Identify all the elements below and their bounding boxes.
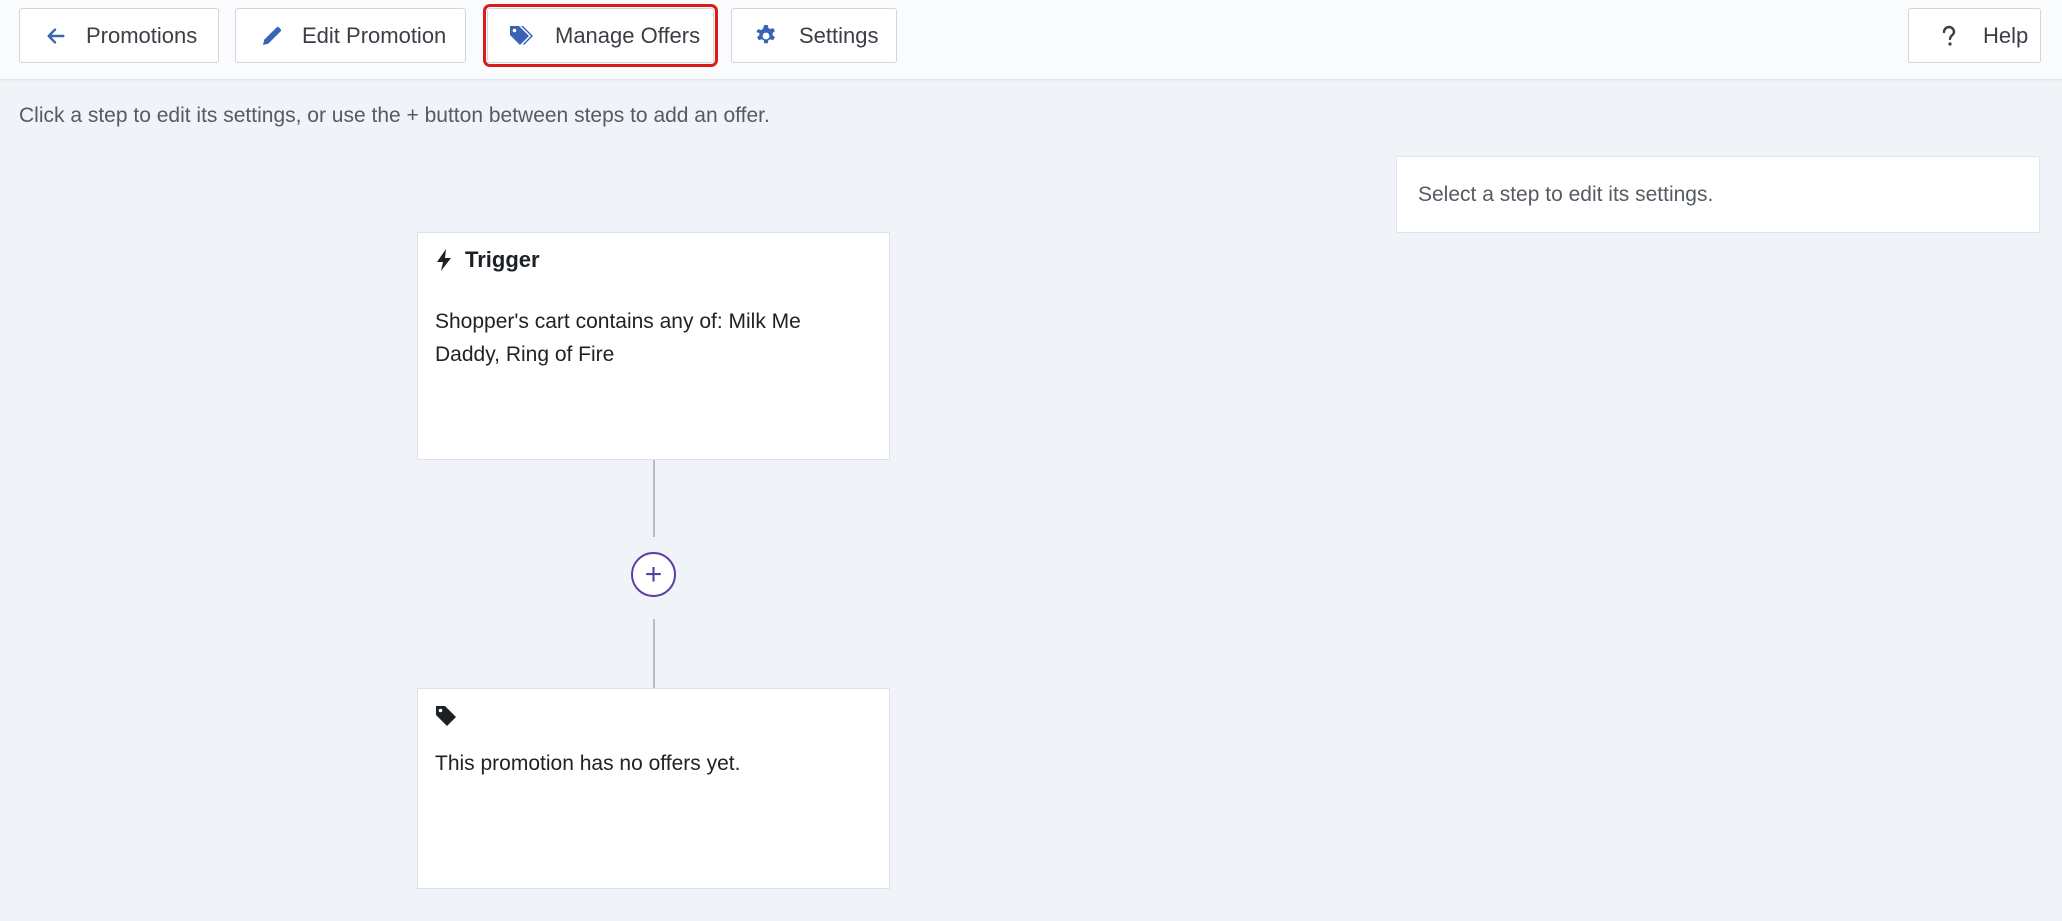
top-toolbar: Promotions Edit Promotion Manage Offers … [0,0,2062,80]
add-offer-plus: + [644,557,663,591]
bolt-icon [435,247,457,273]
trigger-step-card[interactable]: Trigger Shopper's cart contains any of: … [417,232,890,460]
question-icon [1935,22,1963,50]
promotions-button[interactable]: Promotions [19,8,219,63]
offers-card-message: This promotion has no offers yet. [435,752,741,775]
instruction-text: Click a step to edit its settings, or us… [19,104,770,127]
trigger-card-description: Shopper's cart contains any of: Milk Me … [435,310,801,366]
settings-button-label: Settings [799,22,879,48]
arrow-left-icon [42,22,70,50]
trigger-card-title: Trigger [465,247,540,272]
manage-offers-button-label: Manage Offers [555,22,701,48]
settings-button[interactable]: Settings [731,8,897,63]
pencil-icon [258,22,286,50]
step-connector-bottom [653,619,655,688]
offers-step-card[interactable]: This promotion has no offers yet. [417,688,890,889]
help-button[interactable]: Help [1908,8,2041,63]
add-offer-button[interactable]: + [631,552,676,597]
manage-offers-button[interactable]: Manage Offers [483,4,718,67]
gear-icon [752,22,780,50]
help-button-label: Help [1983,22,2029,48]
step-connector-top [653,460,655,537]
trigger-card-header: Trigger [435,247,540,273]
tags-icon [507,22,535,50]
offers-card-header [435,703,457,729]
edit-promotion-button[interactable]: Edit Promotion [235,8,466,63]
step-settings-panel: Select a step to edit its settings. [1396,156,2040,233]
step-settings-message: Select a step to edit its settings. [1418,182,1714,206]
tag-icon [435,703,457,729]
promotions-button-label: Promotions [86,22,198,48]
edit-promotion-button-label: Edit Promotion [302,22,447,48]
